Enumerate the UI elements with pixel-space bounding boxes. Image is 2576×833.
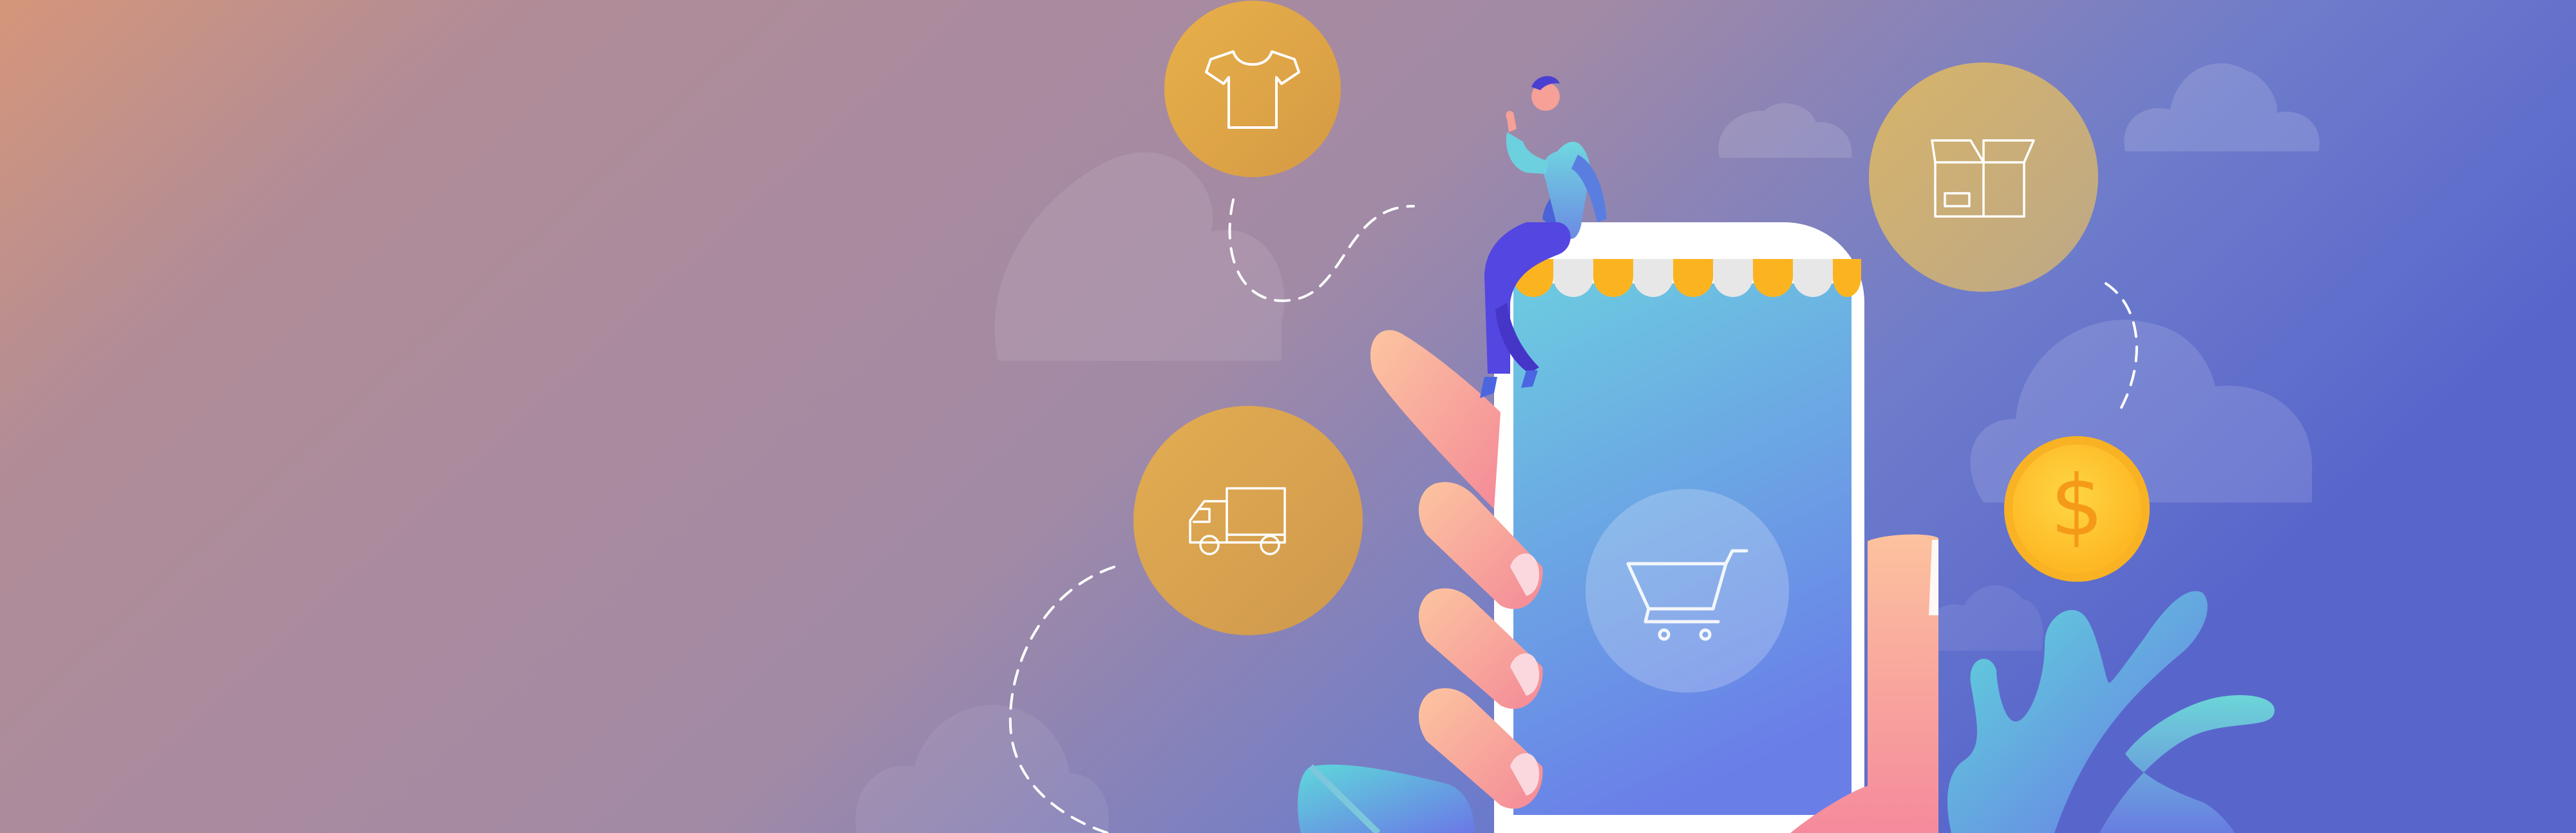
cart-bubble (1586, 489, 1789, 693)
shop-awning (1510, 259, 1861, 297)
truck-bubble (1133, 406, 1363, 635)
tshirt-bubble (1164, 1, 1341, 177)
illustration: $ (0, 0, 2576, 833)
ecommerce-banner: $ (0, 0, 2576, 833)
smartphone (1494, 222, 1864, 833)
dollar-coin-icon: $ (2050, 457, 2104, 555)
dollar-coin: $ (2004, 436, 2150, 582)
box-bubble (1869, 62, 2098, 292)
